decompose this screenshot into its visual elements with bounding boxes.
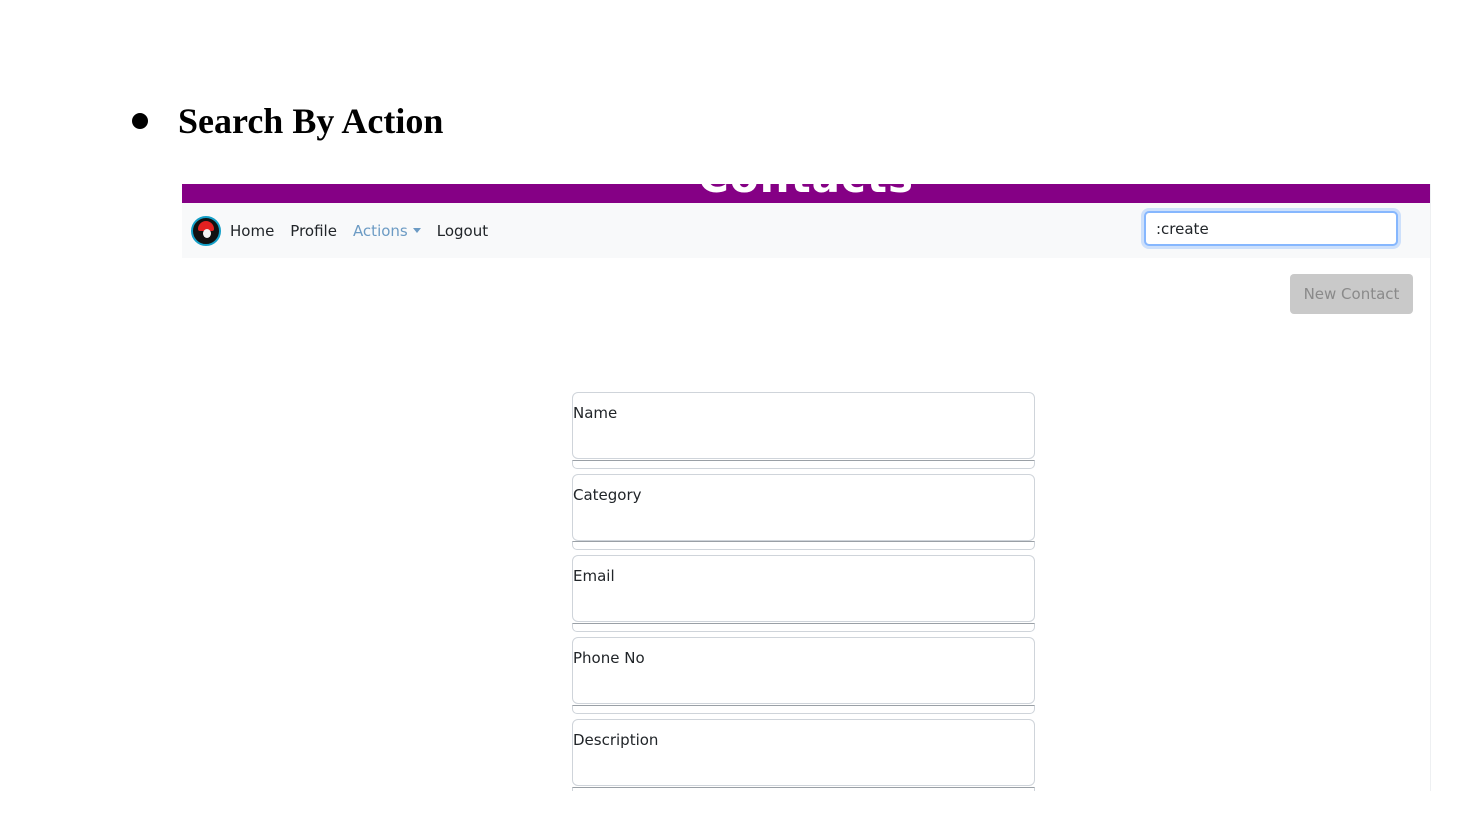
category-label: Category (573, 486, 642, 504)
name-input[interactable] (572, 460, 1035, 469)
email-label: Email (573, 567, 615, 585)
new-contact-button[interactable]: New Contact (1290, 274, 1413, 314)
description-input[interactable] (572, 787, 1035, 791)
banner-title: Contacts (182, 184, 1430, 202)
name-label: Name (573, 404, 618, 422)
nav-actions-label: Actions (352, 221, 408, 240)
name-field[interactable]: Name (572, 392, 1035, 459)
logo-icon[interactable] (191, 215, 221, 246)
search-input[interactable] (1144, 211, 1398, 246)
nav-home[interactable]: Home (230, 222, 274, 240)
bullet-icon (132, 113, 148, 129)
description-field[interactable]: Description (572, 719, 1035, 786)
category-field[interactable]: Category (572, 474, 1035, 541)
category-input[interactable] (572, 541, 1035, 550)
phone-label: Phone No (573, 649, 645, 667)
nav-logout[interactable]: Logout (437, 222, 488, 240)
caret-down-icon (412, 227, 421, 233)
phone-input[interactable] (572, 705, 1035, 714)
phone-field[interactable]: Phone No (572, 637, 1035, 704)
nav-actions-dropdown[interactable]: Actions (353, 222, 421, 240)
navbar: Home Profile Actions Logout (182, 203, 1430, 258)
app-screenshot: Contacts Home Profile Actions Logout New… (182, 184, 1431, 791)
email-field[interactable]: Email (572, 555, 1035, 622)
email-input[interactable] (572, 623, 1035, 632)
app-banner: Contacts (182, 184, 1430, 203)
description-label: Description (573, 731, 659, 749)
slide-heading-row: Search By Action (132, 98, 443, 144)
nav-profile[interactable]: Profile (290, 222, 337, 240)
slide-heading: Search By Action (178, 101, 444, 141)
